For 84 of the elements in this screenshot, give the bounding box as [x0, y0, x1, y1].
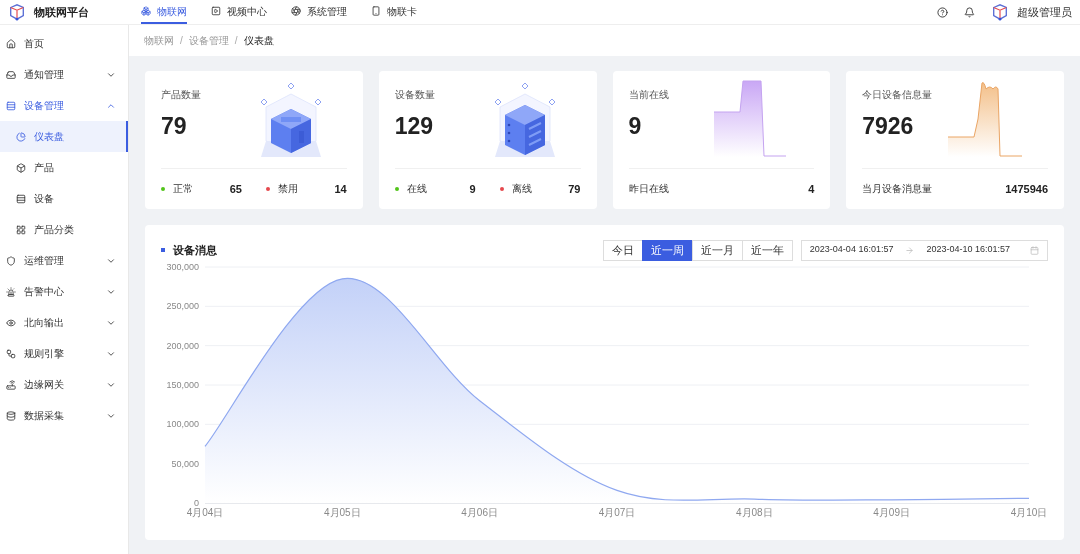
range-tab[interactable]: 今日	[602, 239, 643, 261]
stat-label: 正常	[173, 182, 193, 197]
title-marker-icon	[161, 248, 165, 252]
stat-value: 79	[161, 112, 188, 141]
nav-icon	[371, 6, 381, 16]
stat-value: 9	[628, 112, 643, 141]
x-axis-label: 4月04日	[186, 507, 224, 518]
range-tab[interactable]: 近一月	[691, 239, 743, 261]
menu-icon	[6, 286, 16, 297]
sidebar-subitem[interactable]: 设备	[0, 183, 128, 214]
stat-number: 79	[568, 181, 581, 197]
sidebar-item[interactable]: 告警中心	[0, 276, 128, 307]
stat-value: 129	[394, 112, 435, 141]
stat-value: 7926	[862, 112, 915, 141]
stat-label: 禁用	[277, 182, 298, 197]
date-range-field[interactable]: 2023-04-04 16:01:57 2023-04-10 16:01:57	[800, 239, 1048, 261]
y-axis-label: 100,000	[166, 419, 199, 430]
stat-number: 1475946	[1005, 181, 1048, 197]
range-tab[interactable]: 近一周	[641, 239, 693, 261]
menu-icon	[16, 162, 26, 173]
stat-label: 离线	[511, 182, 532, 197]
stat-number: 4	[808, 181, 815, 197]
sidebar-item[interactable]: 运维管理	[0, 245, 128, 276]
x-axis-label: 4月05日	[324, 507, 361, 518]
stat-label: 昨日在线	[628, 182, 669, 197]
nav-tab[interactable]: 物联卡	[371, 0, 417, 24]
stat-title: 今日设备信息量	[862, 88, 933, 102]
user-name[interactable]: 超级管理员	[1017, 3, 1072, 21]
nav-icon	[211, 6, 221, 16]
sidebar-subitem[interactable]: 仪表盘	[0, 121, 128, 152]
stat-title: 当前在线	[628, 88, 669, 102]
nav-icon	[291, 6, 301, 16]
help-icon[interactable]	[937, 6, 948, 18]
sidebar-item[interactable]: 规则引擎	[0, 338, 128, 369]
sidebar-item[interactable]: 数据采集	[0, 400, 128, 431]
sidebar-item[interactable]: 北向输出	[0, 307, 128, 338]
menu-icon	[6, 38, 16, 49]
menu-icon	[16, 224, 26, 235]
menu-icon	[6, 317, 16, 328]
arrow-icon	[905, 245, 915, 255]
y-axis-label: 300,000	[166, 262, 199, 272]
menu-icon	[6, 379, 16, 390]
sidebar-subitem[interactable]: 产品分类	[0, 214, 128, 245]
calendar-icon	[1030, 245, 1039, 255]
breadcrumb-separator: /	[234, 34, 238, 48]
cube-logo-icon	[991, 3, 1009, 21]
breadcrumb-separator: /	[180, 34, 183, 48]
range-tab[interactable]: 近一年	[741, 239, 793, 261]
y-axis-label: 150,000	[166, 380, 199, 390]
x-axis-label: 4月06日	[461, 507, 498, 518]
sidebar-item[interactable]: 首页	[0, 28, 128, 59]
x-axis-label: 4月07日	[598, 507, 636, 518]
stat-label: 当月设备消息量	[862, 182, 933, 197]
y-axis-label: 0	[194, 498, 199, 508]
app-title: 物联网平台	[34, 4, 89, 20]
x-axis-label: 4月08日	[736, 507, 773, 518]
nav-tab[interactable]: 系统管理	[291, 0, 347, 24]
x-axis-label: 4月10日	[1010, 507, 1048, 518]
menu-icon	[6, 348, 16, 359]
nav-tab[interactable]: 视频中心	[211, 0, 267, 24]
sidebar-item[interactable]: 设备管理	[0, 90, 128, 121]
menu-icon	[6, 255, 16, 266]
menu-icon	[6, 100, 16, 111]
stat-number: 14	[334, 181, 347, 197]
menu-icon	[6, 69, 16, 80]
stat-title: 设备数量	[394, 88, 435, 102]
panel-title: 设备消息	[173, 242, 217, 258]
sidebar-subitem[interactable]: 产品	[0, 152, 128, 183]
stat-label: 在线	[406, 182, 427, 197]
stat-number: 65	[229, 181, 242, 197]
menu-icon	[16, 193, 26, 204]
menu-icon	[16, 131, 26, 142]
stat-number: 9	[469, 181, 476, 197]
y-axis-label: 200,000	[166, 340, 199, 351]
cube-logo-icon	[8, 3, 26, 21]
nav-icon	[141, 6, 151, 16]
stat-title: 产品数量	[161, 88, 201, 102]
menu-icon	[6, 410, 16, 421]
y-axis-label: 50,000	[171, 458, 199, 469]
y-axis-label: 250,000	[166, 301, 199, 312]
sidebar-item[interactable]: 通知管理	[0, 59, 128, 90]
bell-icon[interactable]	[964, 6, 975, 18]
x-axis-label: 4月09日	[873, 507, 910, 518]
sidebar-item[interactable]: 边缘网关	[0, 369, 128, 400]
